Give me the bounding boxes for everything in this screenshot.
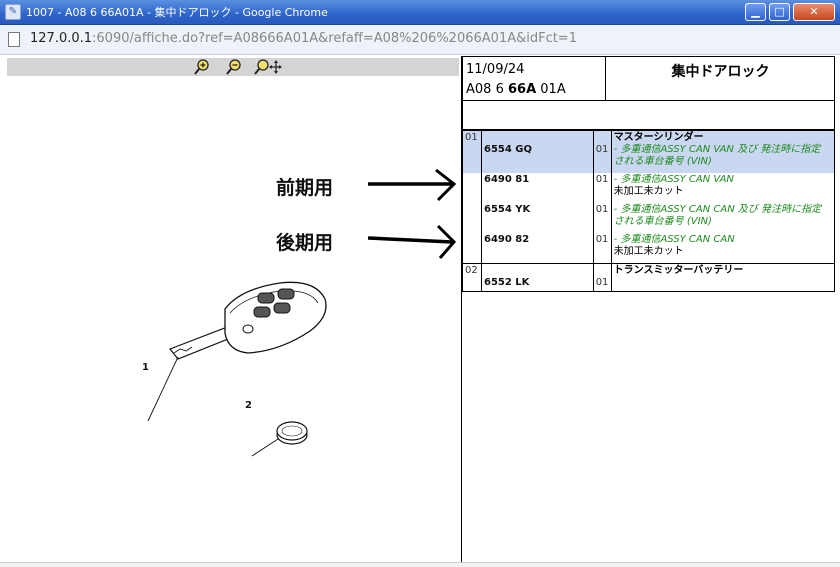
description-line: - 多重通信ASSY CAN CAN bbox=[613, 234, 735, 245]
description-line: - 多重通信ASSY CAN CAN 及び 発注時に指定 bbox=[613, 204, 822, 215]
parts-panel: 11/09/24 A08 6 66A 01A 集中ドアロック 01 6554 GQ… bbox=[462, 56, 840, 562]
part-description: - 多重通信ASSY CAN VAN 未加工未カット bbox=[610, 173, 836, 199]
group-number: 02 bbox=[462, 262, 482, 292]
diagram-panel: 1 2 前期用 後期用 bbox=[0, 56, 461, 567]
group-number bbox=[462, 173, 482, 199]
part-quantity: 01 bbox=[592, 173, 612, 199]
window-bottom-edge bbox=[0, 562, 840, 567]
description-line: - 多重通信ASSY CAN VAN bbox=[613, 174, 734, 185]
part-reference[interactable]: 6552 LK bbox=[480, 262, 594, 292]
window-titlebar: ✎ 1007 - A08 6 66A01A - 集中ドアロック - Google… bbox=[0, 0, 840, 25]
callout-2: 2 bbox=[245, 400, 252, 411]
window-title: 1007 - A08 6 66A01A - 集中ドアロック - Google C… bbox=[26, 6, 328, 19]
url-text[interactable]: 127.0.0.1:6090/affiche.do?ref=A08666A01A… bbox=[30, 31, 577, 46]
app-icon: ✎ bbox=[5, 4, 21, 20]
part-quantity: 01 bbox=[592, 130, 612, 169]
part-reference[interactable]: 6554 YK bbox=[480, 203, 594, 229]
arrow-late-icon bbox=[367, 224, 457, 259]
minimize-button[interactable]: ▁ bbox=[745, 3, 766, 21]
group-number bbox=[462, 203, 482, 229]
address-bar[interactable]: 127.0.0.1:6090/affiche.do?ref=A08666A01A… bbox=[0, 25, 840, 55]
part-reference[interactable]: 6554 GQ bbox=[480, 130, 594, 169]
zoom-in-icon[interactable] bbox=[194, 59, 210, 75]
parts-table: 01 6554 GQ 01 マスターシリンダー - 多重通信ASSY CAN VAN 及… bbox=[462, 130, 836, 292]
table-row[interactable]: 6490 81 01- 多重通信ASSY CAN VAN 未加工未カット bbox=[462, 173, 836, 199]
table-row[interactable]: 02 6552 LK 01 トランスミッターバッテリー bbox=[462, 262, 836, 292]
callout-1: 1 bbox=[142, 362, 149, 373]
table-row[interactable]: 6490 82 01- 多重通信ASSY CAN CAN 未加工未カット bbox=[462, 233, 836, 259]
annotation-early: 前期用 bbox=[276, 177, 334, 199]
table-row[interactable]: 01 6554 GQ 01 マスターシリンダー - 多重通信ASSY CAN VAN 及… bbox=[462, 130, 836, 169]
key-fob-diagram bbox=[147, 281, 327, 457]
table-row[interactable]: 6554 YK 01- 多重通信ASSY CAN CAN 及び 発注時に指定 される… bbox=[462, 203, 836, 229]
zoom-move-icon[interactable] bbox=[254, 59, 282, 75]
part-description: - 多重通信ASSY CAN CAN 未加工未カット bbox=[610, 233, 836, 259]
part-description: マスターシリンダー - 多重通信ASSY CAN VAN 及び 発注時に指定 される… bbox=[610, 130, 836, 169]
part-description: - 多重通信ASSY CAN CAN 及び 発注時に指定 される車台番号 (VIN… bbox=[610, 203, 836, 229]
zoom-toolbar bbox=[7, 58, 459, 76]
part-quantity: 01 bbox=[592, 262, 612, 292]
group-number bbox=[462, 233, 482, 259]
part-description: トランスミッターバッテリー bbox=[610, 262, 836, 292]
description-line: される車台番号 (VIN) bbox=[613, 156, 712, 167]
description-line: 未加工未カット bbox=[613, 246, 684, 257]
catalog-ref: A08 6 66A 01A bbox=[466, 82, 566, 97]
part-name: トランスミッターバッテリー bbox=[613, 264, 744, 276]
maximize-button[interactable]: □ bbox=[769, 3, 790, 21]
description-line: される車台番号 (VIN) bbox=[613, 216, 712, 227]
page-icon bbox=[8, 32, 20, 47]
parts-header: 11/09/24 A08 6 66A 01A 集中ドアロック bbox=[462, 56, 835, 101]
catalog-date: 11/09/24 bbox=[466, 62, 525, 77]
description-line: - 多重通信ASSY CAN VAN 及び 発注時に指定 bbox=[613, 144, 821, 155]
section-title: 集中ドアロック bbox=[671, 64, 770, 80]
part-name: マスターシリンダー bbox=[613, 132, 704, 143]
part-reference[interactable]: 6490 82 bbox=[480, 233, 594, 259]
part-reference[interactable]: 6490 81 bbox=[480, 173, 594, 199]
part-quantity: 01 bbox=[592, 233, 612, 259]
arrow-early-icon bbox=[368, 168, 457, 202]
part-quantity: 01 bbox=[592, 203, 612, 229]
description-line: 未加工未カット bbox=[613, 186, 684, 197]
annotation-late: 後期用 bbox=[276, 232, 334, 254]
url-host: 127.0.0.1 bbox=[30, 31, 93, 46]
blank-row bbox=[462, 101, 835, 130]
zoom-out-icon[interactable] bbox=[226, 59, 242, 75]
url-path: :6090/affiche.do?ref=A08666A01A&refaff=A… bbox=[92, 31, 577, 46]
group-number: 01 bbox=[462, 130, 482, 169]
close-button[interactable]: ✕ bbox=[793, 3, 835, 21]
